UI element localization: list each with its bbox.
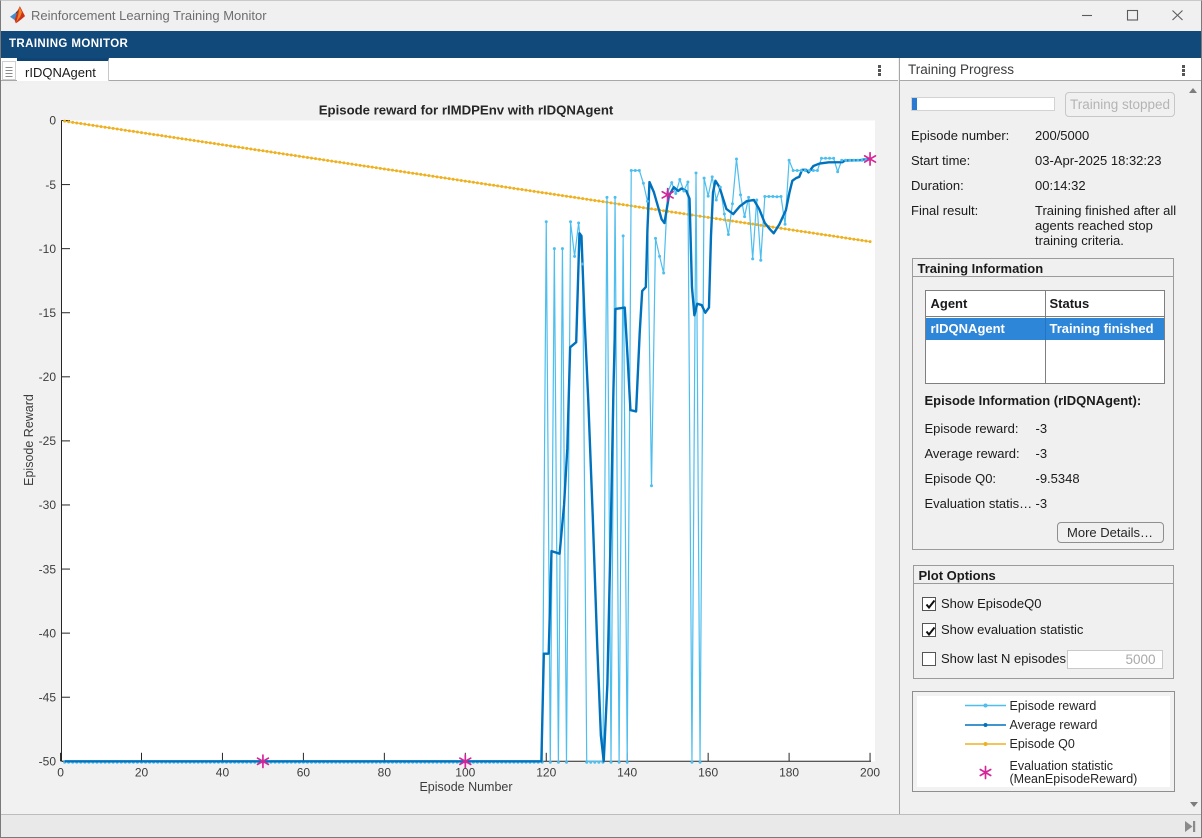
- svg-text:80: 80: [378, 765, 392, 779]
- svg-text:-10: -10: [39, 242, 57, 256]
- svg-text:20: 20: [135, 765, 149, 779]
- svg-text:120: 120: [536, 765, 556, 779]
- svg-text:Episode Number: Episode Number: [419, 780, 512, 794]
- svg-text:60: 60: [297, 765, 311, 779]
- svg-text:-50: -50: [39, 755, 57, 769]
- svg-text:160: 160: [698, 765, 718, 779]
- svg-text:0: 0: [57, 765, 64, 779]
- svg-text:-35: -35: [39, 562, 57, 576]
- svg-text:-30: -30: [39, 498, 57, 512]
- svg-text:-20: -20: [39, 370, 57, 384]
- svg-text:Episode reward for rIMDPEnv wi: Episode reward for rIMDPEnv with rIDQNAg…: [319, 103, 614, 118]
- svg-text:40: 40: [216, 765, 230, 779]
- svg-text:Episode Reward: Episode Reward: [22, 394, 36, 486]
- svg-text:180: 180: [779, 765, 799, 779]
- svg-text:-5: -5: [45, 178, 56, 192]
- svg-text:0: 0: [49, 114, 56, 128]
- svg-text:200: 200: [860, 765, 880, 779]
- svg-text:140: 140: [617, 765, 637, 779]
- svg-text:-40: -40: [39, 626, 57, 640]
- svg-text:-15: -15: [39, 306, 57, 320]
- svg-text:-25: -25: [39, 434, 57, 448]
- svg-text:-45: -45: [39, 690, 57, 704]
